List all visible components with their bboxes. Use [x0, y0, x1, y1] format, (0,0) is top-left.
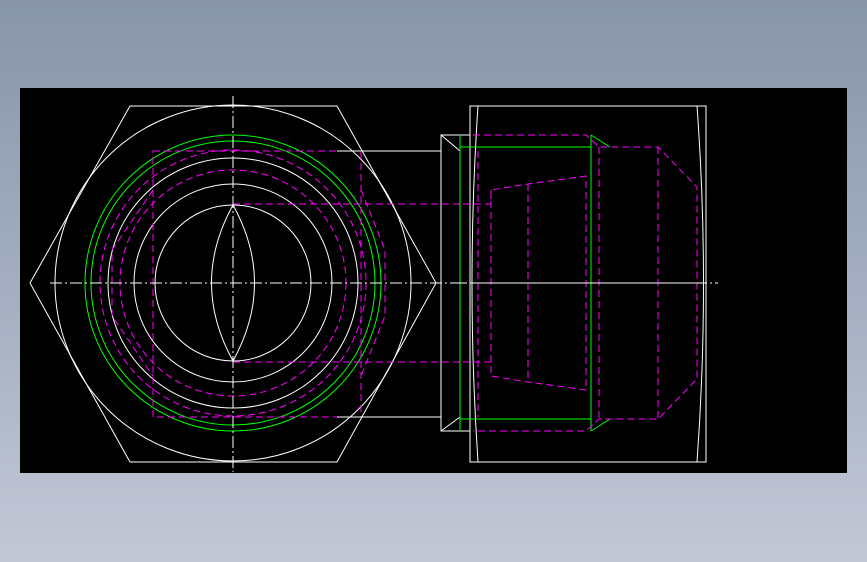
washer-chamfer-bottom [440, 416, 461, 432]
washer-chamfer-top [440, 134, 461, 152]
chamfer-arc-right [696, 105, 704, 463]
front-view-hex-nut [29, 96, 463, 472]
side-view-hex-nut [440, 105, 718, 463]
cad-drawing [29, 96, 718, 472]
hex-body-outline [469, 105, 707, 463]
thread-chamfer-top [590, 134, 611, 148]
hidden-cross-hole [152, 150, 362, 418]
thread-chamfer-bottom [590, 418, 611, 432]
chamfer-arc-left [471, 105, 479, 463]
